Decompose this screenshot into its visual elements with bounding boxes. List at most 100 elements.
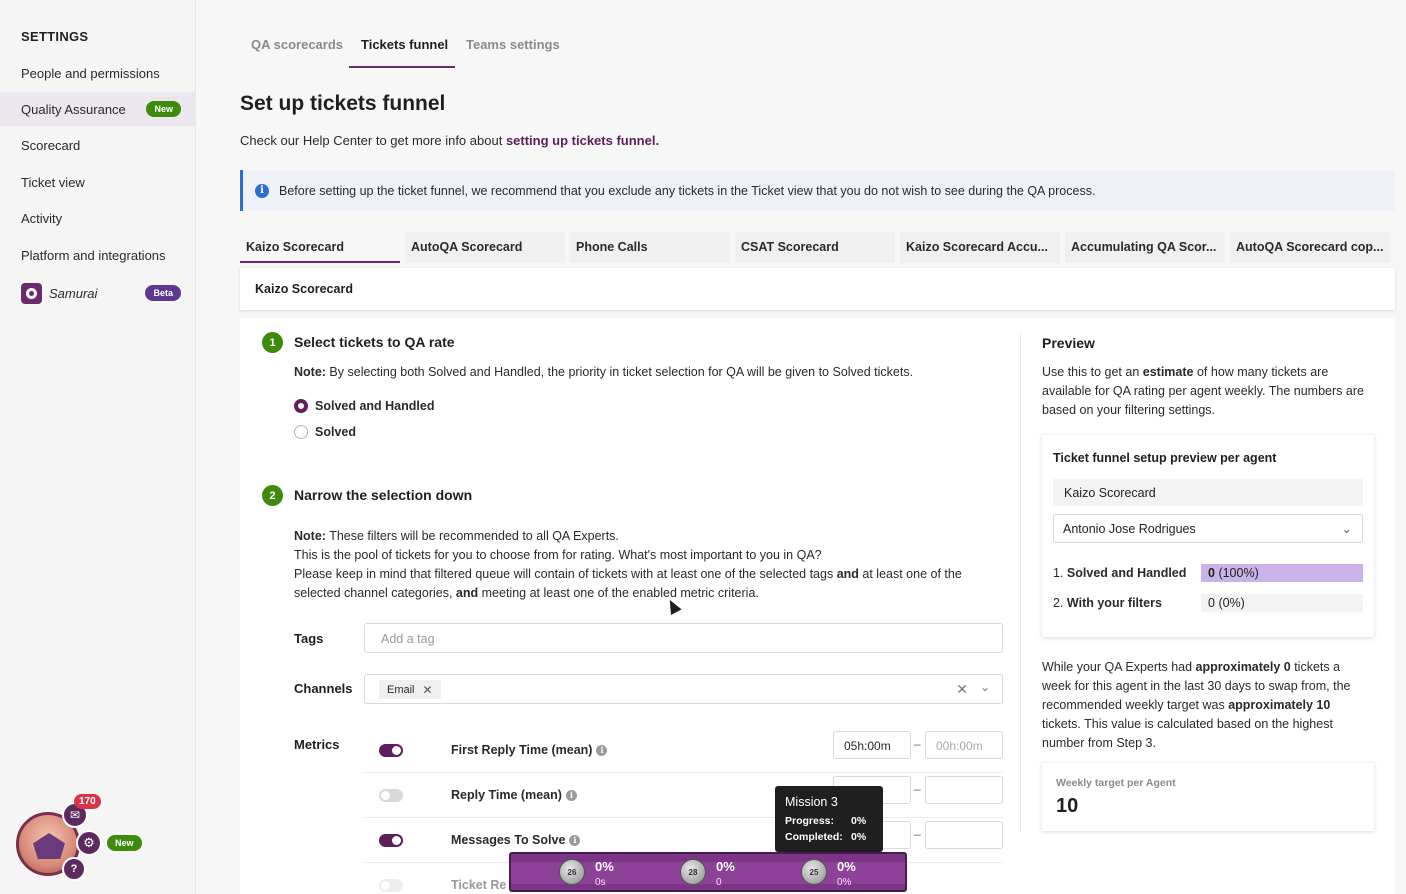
metric-to-input[interactable] bbox=[925, 821, 1003, 849]
tooltip-title: Mission 3 bbox=[785, 795, 838, 809]
sidebar-item-label: Samurai bbox=[49, 285, 98, 301]
mission-percent: 0% bbox=[716, 859, 735, 874]
preview-note: While your QA Experts had approximately … bbox=[1042, 658, 1372, 753]
metric-row: First Reply Time (mean) i 05h:00m – 00h:0… bbox=[364, 728, 1003, 773]
sidebar-item-label: Quality Assurance bbox=[21, 101, 126, 117]
sidebar-item-samurai[interactable]: Samurai Beta bbox=[0, 276, 195, 310]
metric-toggle[interactable] bbox=[379, 744, 403, 757]
mission-sub: 0 bbox=[716, 877, 722, 888]
note-label: Note: bbox=[294, 365, 326, 379]
preview-card: Ticket funnel setup preview per agent Ka… bbox=[1042, 435, 1374, 637]
mission-sub: 0s bbox=[595, 877, 606, 888]
preview-text: Use this to get an bbox=[1042, 365, 1143, 379]
sidebar-item-scorecard[interactable]: Scorecard bbox=[0, 128, 195, 162]
scorecard-tab[interactable]: Phone Calls bbox=[570, 232, 730, 263]
radio-solved-and-handled[interactable]: Solved and Handled bbox=[294, 399, 434, 413]
metric-to-input[interactable] bbox=[925, 776, 1003, 804]
game-new-badge: New bbox=[107, 835, 142, 851]
metric-label: Reply Time (mean) bbox=[451, 788, 562, 802]
info-icon[interactable]: i bbox=[565, 790, 577, 801]
scorecard-tab[interactable]: CSAT Scorecard bbox=[735, 232, 895, 263]
preview-bold: estimate bbox=[1142, 365, 1194, 379]
radio-checked-icon[interactable] bbox=[294, 399, 308, 413]
chip-label: Email bbox=[387, 683, 415, 696]
mission-percent: 0% bbox=[595, 859, 614, 874]
metric-to-input[interactable]: 00h:00m bbox=[925, 731, 1003, 759]
metrics-label: Metrics bbox=[294, 737, 340, 752]
radio-solved[interactable]: Solved bbox=[294, 425, 356, 439]
metric-label: Ticket Re bbox=[451, 878, 507, 892]
radio-unchecked-icon[interactable] bbox=[294, 425, 308, 439]
weekly-target-card: Weekly target per Agent 10 bbox=[1042, 763, 1374, 831]
info-banner-text: Before setting up the ticket funnel, we … bbox=[279, 183, 1096, 198]
tag-input[interactable]: Add a tag bbox=[364, 623, 1003, 653]
preview-row-label: 2. With your filters bbox=[1053, 596, 1162, 610]
note-text: selected channel categories, bbox=[294, 586, 456, 600]
sidebar-item-activity[interactable]: Activity bbox=[0, 201, 195, 235]
mission-percent: 0% bbox=[837, 859, 856, 874]
info-icon[interactable]: i bbox=[569, 835, 581, 846]
range-dash: – bbox=[914, 737, 921, 751]
metric-name: Reply Time (mean) i bbox=[451, 788, 577, 802]
tooltip-completed: Completed: 0% bbox=[785, 829, 873, 845]
info-icon: i bbox=[255, 183, 269, 198]
row-number: 2. bbox=[1053, 596, 1064, 610]
tab-teams-settings[interactable]: Teams settings bbox=[466, 37, 560, 52]
chevron-down-icon[interactable]: ⌄ bbox=[980, 680, 990, 694]
column-divider bbox=[1020, 332, 1021, 832]
preview-description: Use this to get an estimate of how many … bbox=[1042, 363, 1372, 420]
gear-icon[interactable]: ⚙ bbox=[76, 830, 102, 856]
metric-name: Ticket Re bbox=[451, 878, 506, 892]
preview-text: While your QA Experts had bbox=[1042, 660, 1196, 674]
sidebar-item-quality-assurance[interactable]: Quality Assurance New bbox=[0, 92, 195, 126]
info-icon[interactable]: i bbox=[596, 745, 608, 756]
chevron-down-icon: ⌄ bbox=[1341, 522, 1352, 536]
channels-select[interactable]: Email ✕ ✕ ⌄ bbox=[364, 674, 1003, 704]
agent-select[interactable]: Antonio Jose Rodrigues ⌄ bbox=[1053, 514, 1363, 543]
metric-toggle[interactable] bbox=[379, 834, 403, 847]
tooltip-key: Progress: bbox=[785, 815, 835, 827]
range-dash: – bbox=[914, 827, 921, 841]
metric-from-input[interactable]: 05h:00m bbox=[833, 731, 911, 759]
note-text: This is the pool of tickets for you to c… bbox=[294, 548, 822, 562]
step-1-note: Note: By selecting both Solved and Handl… bbox=[294, 363, 913, 382]
scorecard-panel-header: Kaizo Scorecard bbox=[240, 268, 1395, 310]
preview-title: Preview bbox=[1042, 335, 1095, 351]
main-content: QA scorecards Tickets funnel Teams setti… bbox=[196, 0, 1406, 894]
missions-bar: 26 0% 0s 28 0% 0 25 0% 0% bbox=[509, 852, 907, 892]
preview-row-label: 1. Solved and Handled bbox=[1053, 566, 1186, 580]
scorecard-tab[interactable]: Kaizo Scorecard bbox=[240, 232, 400, 263]
help-center-link[interactable]: setting up tickets funnel. bbox=[506, 133, 659, 148]
tooltip-progress: Progress: 0% bbox=[785, 813, 873, 829]
help-icon[interactable]: ? bbox=[62, 857, 86, 881]
step-2-note: Note: These filters will be recommended … bbox=[294, 527, 994, 603]
mission-tooltip: Mission 3 Progress: 0% Completed: 0% bbox=[775, 786, 883, 852]
sidebar-item-ticket-view[interactable]: Ticket view bbox=[0, 165, 195, 199]
metric-toggle[interactable] bbox=[379, 789, 403, 802]
sidebar-item-people-permissions[interactable]: People and permissions bbox=[0, 56, 195, 90]
solved-handled-bar: 0 (100%) bbox=[1201, 564, 1363, 582]
metric-name: First Reply Time (mean) i bbox=[451, 743, 608, 757]
preview-bold: approximately 10 bbox=[1228, 698, 1331, 712]
tab-qa-scorecards[interactable]: QA scorecards bbox=[251, 37, 343, 52]
tooltip-key: Completed: bbox=[785, 831, 843, 843]
scorecard-tab[interactable]: Accumulating QA Scor... bbox=[1065, 232, 1225, 263]
sidebar-item-label: Ticket view bbox=[21, 174, 85, 190]
clear-icon[interactable]: ✕ bbox=[956, 681, 968, 698]
tab-tickets-funnel[interactable]: Tickets funnel bbox=[361, 37, 448, 52]
scorecard-tab[interactable]: Kaizo Scorecard Accu... bbox=[900, 232, 1060, 263]
sidebar-item-label: Activity bbox=[21, 210, 63, 226]
sidebar-item-platform-integrations[interactable]: Platform and integrations bbox=[0, 238, 195, 272]
help-center-text: Check our Help Center to get more info a… bbox=[240, 133, 659, 148]
metric-toggle[interactable] bbox=[379, 879, 403, 892]
row-number: 1. bbox=[1053, 566, 1064, 580]
scorecard-tab[interactable]: AutoQA Scorecard bbox=[405, 232, 565, 263]
trophy-icon: 26 bbox=[559, 859, 585, 885]
scorecard-tab[interactable]: AutoQA Scorecard cop... bbox=[1230, 232, 1390, 263]
remove-chip-icon[interactable]: ✕ bbox=[423, 683, 433, 697]
trophy-icon: 25 bbox=[801, 859, 827, 885]
weekly-target-label: Weekly target per Agent bbox=[1056, 777, 1176, 789]
note-text: Please keep in mind that filtered queue … bbox=[294, 567, 837, 581]
metric-label: First Reply Time (mean) bbox=[451, 743, 593, 757]
metric-row: Reply Time (mean) i – bbox=[364, 773, 1003, 818]
